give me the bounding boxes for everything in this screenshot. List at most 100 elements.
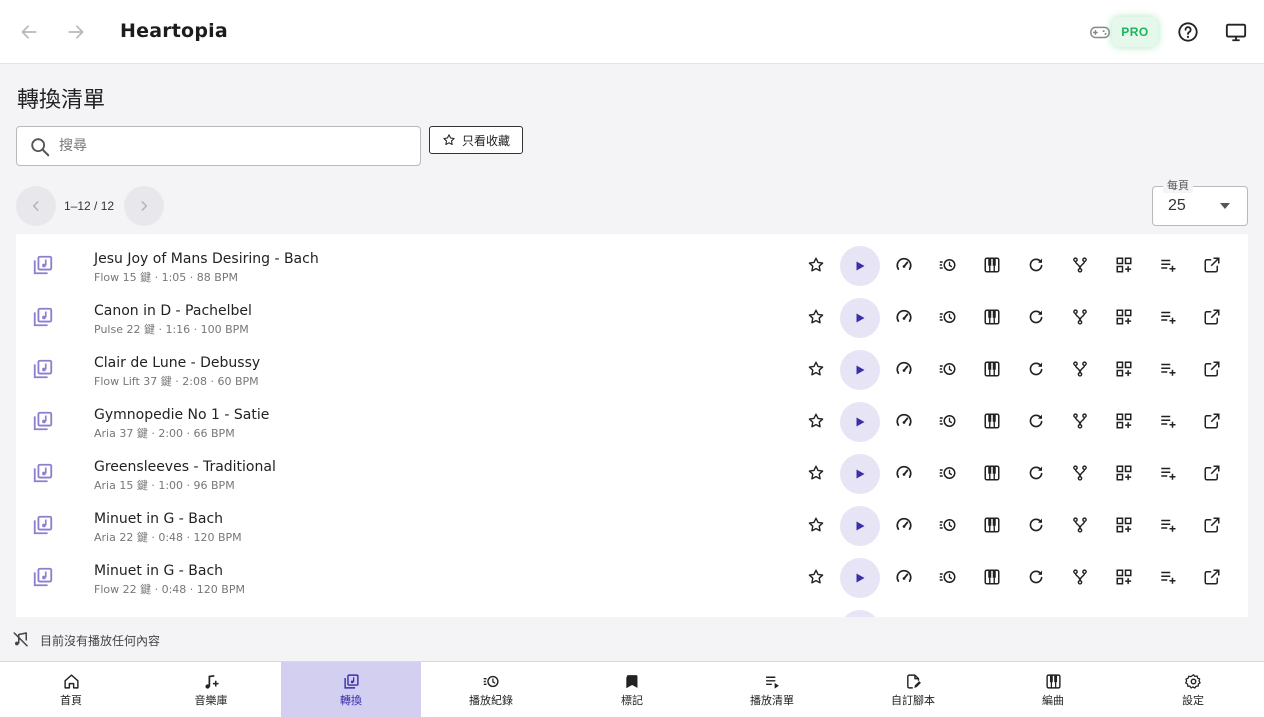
grid-add-button[interactable] xyxy=(1113,254,1135,276)
search-input[interactable] xyxy=(59,127,409,165)
list-item[interactable]: Greensleeves - Traditional Aria 15 鍵 · 1:… xyxy=(16,442,1248,494)
play-button[interactable] xyxy=(840,246,880,286)
nav-label: 轉換 xyxy=(340,693,362,707)
playlist-add-button[interactable] xyxy=(1157,514,1179,536)
star-button[interactable] xyxy=(805,358,827,380)
open-external-button[interactable] xyxy=(1201,410,1223,432)
speed-button[interactable] xyxy=(893,358,915,380)
list-item[interactable]: Minuet in G - Bach Aria 22 鍵 · 0:48 · 120… xyxy=(16,494,1248,546)
playlist-add-button[interactable] xyxy=(1157,410,1179,432)
star-button[interactable] xyxy=(805,514,827,536)
playlist-add-button[interactable] xyxy=(1157,462,1179,484)
star-button[interactable] xyxy=(805,462,827,484)
playlist-add-button[interactable] xyxy=(1157,254,1179,276)
refresh-button[interactable] xyxy=(1025,514,1047,536)
history-button[interactable] xyxy=(937,514,959,536)
speed-button[interactable] xyxy=(893,566,915,588)
nav-item-convert[interactable]: 轉換 xyxy=(281,662,421,717)
list-item[interactable]: Canon in D - Pachelbel Pulse 22 鍵 · 1:16 … xyxy=(16,286,1248,338)
nav-item-settings[interactable]: 設定 xyxy=(1123,662,1263,717)
refresh-button[interactable] xyxy=(1025,462,1047,484)
list-item[interactable]: Minuet in G - Bach Flow 22 鍵 · 0:48 · 120… xyxy=(16,546,1248,598)
history-button[interactable] xyxy=(937,410,959,432)
grid-add-button[interactable] xyxy=(1113,514,1135,536)
play-button[interactable] xyxy=(840,298,880,338)
fork-button[interactable] xyxy=(1069,462,1091,484)
fork-button[interactable] xyxy=(1069,306,1091,328)
grid-add-button[interactable] xyxy=(1113,566,1135,588)
fork-button[interactable] xyxy=(1069,358,1091,380)
nav-item-playlist-play[interactable]: 播放清單 xyxy=(702,662,842,717)
playlist-add-button[interactable] xyxy=(1157,566,1179,588)
list-item[interactable]: Clair de Lune - Debussy Flow Lift 37 鍵 · … xyxy=(16,338,1248,390)
help-button[interactable] xyxy=(1175,19,1201,45)
gamepad-button[interactable] xyxy=(1087,19,1113,45)
nav-item-home[interactable]: 首頁 xyxy=(1,662,141,717)
fork-button[interactable] xyxy=(1069,566,1091,588)
speed-button[interactable] xyxy=(893,462,915,484)
history-button[interactable] xyxy=(937,306,959,328)
open-external-button[interactable] xyxy=(1201,306,1223,328)
star-button[interactable] xyxy=(805,566,827,588)
piano-button[interactable] xyxy=(981,462,1003,484)
open-external-button[interactable] xyxy=(1201,566,1223,588)
prev-page-button[interactable] xyxy=(16,186,56,226)
open-external-button[interactable] xyxy=(1201,514,1223,536)
piano-button[interactable] xyxy=(981,566,1003,588)
open-external-button[interactable] xyxy=(1201,358,1223,380)
star-button[interactable] xyxy=(805,410,827,432)
refresh-button[interactable] xyxy=(1025,254,1047,276)
fork-button[interactable] xyxy=(1069,410,1091,432)
grid-add-button[interactable] xyxy=(1113,462,1135,484)
play-button[interactable] xyxy=(840,454,880,494)
play-button[interactable] xyxy=(840,402,880,442)
open-external-button[interactable] xyxy=(1201,254,1223,276)
favorites-only-button[interactable]: 只看收藏 xyxy=(429,126,523,154)
speed-button[interactable] xyxy=(893,254,915,276)
star-button[interactable] xyxy=(805,254,827,276)
grid-add-button[interactable] xyxy=(1113,306,1135,328)
playlist-add-button[interactable] xyxy=(1157,358,1179,380)
nav-item-music-add[interactable]: 音樂庫 xyxy=(141,662,281,717)
refresh-button[interactable] xyxy=(1025,306,1047,328)
monitor-button[interactable] xyxy=(1223,19,1249,45)
fork-button[interactable] xyxy=(1069,514,1091,536)
speed-button[interactable] xyxy=(893,410,915,432)
back-button[interactable] xyxy=(17,20,41,44)
list-item[interactable]: Jesu Joy of Mans Desiring - Bach Flow 15 … xyxy=(16,234,1248,286)
refresh-button[interactable] xyxy=(1025,410,1047,432)
open-external-button[interactable] xyxy=(1201,462,1223,484)
next-page-button[interactable] xyxy=(124,186,164,226)
pro-badge[interactable]: PRO xyxy=(1112,17,1158,47)
star-button[interactable] xyxy=(805,306,827,328)
piano-button[interactable] xyxy=(981,358,1003,380)
playlist-add-button[interactable] xyxy=(1157,306,1179,328)
history-button[interactable] xyxy=(937,566,959,588)
per-page-select[interactable]: 每頁 25 xyxy=(1152,179,1248,226)
speed-button[interactable] xyxy=(893,514,915,536)
fork-button[interactable] xyxy=(1069,254,1091,276)
refresh-button[interactable] xyxy=(1025,566,1047,588)
play-button[interactable] xyxy=(840,350,880,390)
per-page-value: 25 xyxy=(1168,197,1186,214)
nav-item-history[interactable]: 播放紀錄 xyxy=(421,662,561,717)
search-field[interactable] xyxy=(16,126,421,166)
piano-button[interactable] xyxy=(981,306,1003,328)
play-button[interactable] xyxy=(840,506,880,546)
grid-add-button[interactable] xyxy=(1113,410,1135,432)
piano-button[interactable] xyxy=(981,410,1003,432)
history-button[interactable] xyxy=(937,462,959,484)
piano-button[interactable] xyxy=(981,514,1003,536)
speed-button[interactable] xyxy=(893,306,915,328)
nav-item-bookmark[interactable]: 標記 xyxy=(562,662,702,717)
history-button[interactable] xyxy=(937,254,959,276)
nav-item-script-edit[interactable]: 自訂腳本 xyxy=(843,662,983,717)
list-item[interactable]: Gymnopedie No 1 - Satie Aria 37 鍵 · 2:00 … xyxy=(16,390,1248,442)
nav-item-piano[interactable]: 編曲 xyxy=(983,662,1123,717)
piano-button[interactable] xyxy=(981,254,1003,276)
forward-button[interactable] xyxy=(64,20,88,44)
grid-add-button[interactable] xyxy=(1113,358,1135,380)
history-button[interactable] xyxy=(937,358,959,380)
play-button[interactable] xyxy=(840,558,880,598)
refresh-button[interactable] xyxy=(1025,358,1047,380)
